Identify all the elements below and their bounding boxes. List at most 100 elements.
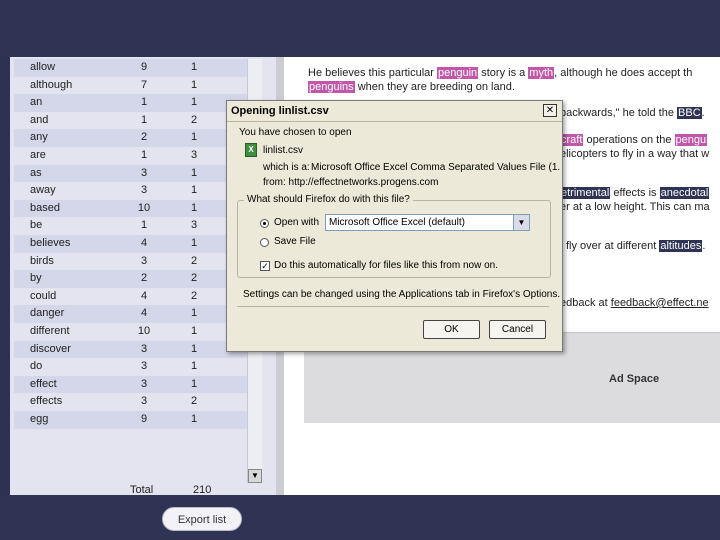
excel-file-icon: X bbox=[245, 143, 257, 157]
table-row[interactable]: away 3 1 bbox=[14, 182, 247, 200]
files-cell: 1 bbox=[190, 166, 198, 179]
table-row[interactable]: based 10 1 bbox=[14, 199, 247, 218]
count-cell: 9 bbox=[140, 413, 148, 425]
dialog-intro: You have chosen to open bbox=[239, 127, 352, 138]
table-row[interactable]: could 4 2 bbox=[14, 288, 247, 306]
table-row[interactable]: effect 3 1 bbox=[14, 375, 247, 394]
table-row[interactable]: and 1 2 bbox=[14, 112, 247, 130]
export-list-button[interactable]: Export list bbox=[162, 507, 242, 531]
close-icon[interactable]: ✕ bbox=[543, 104, 557, 117]
screenshot-page: allow 9 1 although 7 1 an 1 1 and 1 2 any 2 1 are 1 3 as 3 1… bbox=[0, 0, 720, 540]
table-row[interactable]: birds 3 2 bbox=[14, 253, 247, 271]
open-with-radio[interactable] bbox=[260, 219, 269, 228]
table-row[interactable]: as 3 1 bbox=[14, 164, 247, 183]
table-row[interactable]: egg 9 1 bbox=[14, 411, 247, 429]
word-cell: effect bbox=[30, 377, 57, 390]
open-with-label[interactable]: Open with bbox=[274, 217, 319, 228]
word-cell: any bbox=[30, 131, 48, 144]
count-cell: 10 bbox=[137, 325, 151, 337]
files-cell: 1 bbox=[190, 413, 198, 425]
highlight-word[interactable]: altitudes bbox=[659, 240, 703, 252]
word-cell: different bbox=[30, 325, 70, 337]
files-cell: 1 bbox=[190, 237, 198, 249]
highlight-word[interactable]: myth bbox=[528, 67, 555, 79]
count-cell: 1 bbox=[140, 96, 148, 109]
table-row[interactable]: believes 4 1 bbox=[14, 235, 247, 253]
files-cell: 1 bbox=[190, 78, 198, 91]
highlight-word[interactable]: etrimental bbox=[560, 187, 611, 199]
table-row[interactable]: do 3 1 bbox=[14, 358, 247, 376]
count-cell: 4 bbox=[140, 307, 148, 320]
word-cell: an bbox=[30, 96, 43, 109]
table-row[interactable]: any 2 1 bbox=[14, 129, 247, 147]
word-cell: do bbox=[30, 360, 43, 373]
top-band bbox=[0, 0, 720, 57]
count-cell: 3 bbox=[140, 184, 148, 197]
chevron-down-icon[interactable]: ▼ bbox=[513, 215, 529, 230]
files-cell: 2 bbox=[190, 113, 198, 126]
auto-label[interactable]: Do this automatically for files like thi… bbox=[274, 260, 498, 271]
files-cell: 1 bbox=[190, 61, 198, 73]
count-cell: 1 bbox=[140, 113, 148, 126]
ok-button[interactable]: OK bbox=[423, 320, 480, 339]
action-group-label: What should Firefox do with this file? bbox=[244, 194, 413, 205]
count-cell: 2 bbox=[140, 131, 148, 144]
save-file-label[interactable]: Save File bbox=[274, 236, 316, 247]
table-row[interactable]: allow 9 1 bbox=[14, 59, 247, 77]
table-row[interactable]: different 10 1 bbox=[14, 323, 247, 341]
article-line: elicopters to fly in a way that w bbox=[560, 148, 710, 160]
total-value: 210 bbox=[193, 484, 212, 496]
highlight-word[interactable]: craft bbox=[560, 134, 584, 146]
table-row[interactable]: be 1 3 bbox=[14, 217, 247, 235]
word-cell: effects bbox=[30, 395, 63, 408]
article-line: penguins when they are breeding on land. bbox=[308, 81, 515, 93]
count-cell: 10 bbox=[137, 201, 151, 214]
article-line: fly over at different altitudes. bbox=[566, 240, 706, 252]
article-line: edback at feedback@effect.ne bbox=[560, 297, 709, 309]
auto-checkbox[interactable]: ✓ bbox=[260, 261, 270, 271]
highlight-word[interactable]: anecdotal bbox=[659, 187, 710, 199]
bottom-band bbox=[0, 495, 720, 540]
dialog-which-is-value: Microsoft Office Excel Comma Separated V… bbox=[311, 162, 561, 173]
open-with-select[interactable]: Microsoft Office Excel (default) ▼ bbox=[325, 214, 530, 231]
word-cell: by bbox=[30, 272, 42, 285]
table-row[interactable]: although 7 1 bbox=[14, 77, 247, 95]
save-file-radio[interactable] bbox=[260, 238, 269, 247]
table-row[interactable]: an 1 1 bbox=[14, 94, 247, 112]
article-line: er at a low height. This can ma bbox=[560, 201, 710, 213]
word-cell: believes bbox=[30, 237, 71, 249]
word-cell: and bbox=[30, 113, 49, 126]
dialog-title: Opening linlist.csv bbox=[231, 105, 329, 117]
count-cell: 3 bbox=[140, 377, 148, 390]
files-cell: 1 bbox=[190, 325, 198, 337]
highlight-word[interactable]: BBC bbox=[677, 107, 702, 119]
count-cell: 3 bbox=[140, 254, 148, 267]
table-row[interactable]: danger 4 1 bbox=[14, 305, 247, 323]
dialog-from: from: http://effectnetworks.progens.com bbox=[263, 177, 439, 188]
files-cell: 1 bbox=[190, 360, 198, 373]
highlight-word[interactable]: penguins bbox=[308, 81, 355, 93]
article-line: He believes this particular penguin stor… bbox=[308, 67, 693, 79]
highlight-word[interactable]: pengu bbox=[674, 134, 708, 146]
files-cell: 1 bbox=[190, 184, 198, 197]
count-cell: 7 bbox=[140, 78, 148, 91]
files-cell: 1 bbox=[190, 377, 198, 390]
scroll-down-icon[interactable]: ▼ bbox=[248, 469, 262, 483]
count-cell: 2 bbox=[140, 272, 148, 285]
settings-note: Settings can be changed using the Applic… bbox=[243, 289, 561, 300]
table-row[interactable]: discover 3 1 bbox=[14, 340, 247, 359]
word-cell: as bbox=[30, 166, 42, 179]
feedback-link[interactable]: feedback@effect.ne bbox=[611, 297, 709, 309]
files-cell: 1 bbox=[190, 131, 198, 144]
ad-space-label: Ad Space bbox=[609, 373, 660, 385]
dialog-filename: linlist.csv bbox=[263, 145, 304, 156]
cancel-button[interactable]: Cancel bbox=[489, 320, 546, 339]
files-cell: 2 bbox=[190, 289, 198, 302]
table-row[interactable]: effects 3 2 bbox=[14, 393, 247, 411]
table-row[interactable]: are 1 3 bbox=[14, 147, 247, 165]
dialog-title-bar[interactable]: Opening linlist.csv ✕ bbox=[227, 101, 562, 122]
open-file-dialog: Opening linlist.csv ✕ You have chosen to… bbox=[226, 100, 563, 352]
highlight-word[interactable]: penguin bbox=[437, 67, 479, 79]
table-row[interactable]: by 2 2 bbox=[14, 270, 247, 288]
files-cell: 1 bbox=[190, 307, 198, 320]
